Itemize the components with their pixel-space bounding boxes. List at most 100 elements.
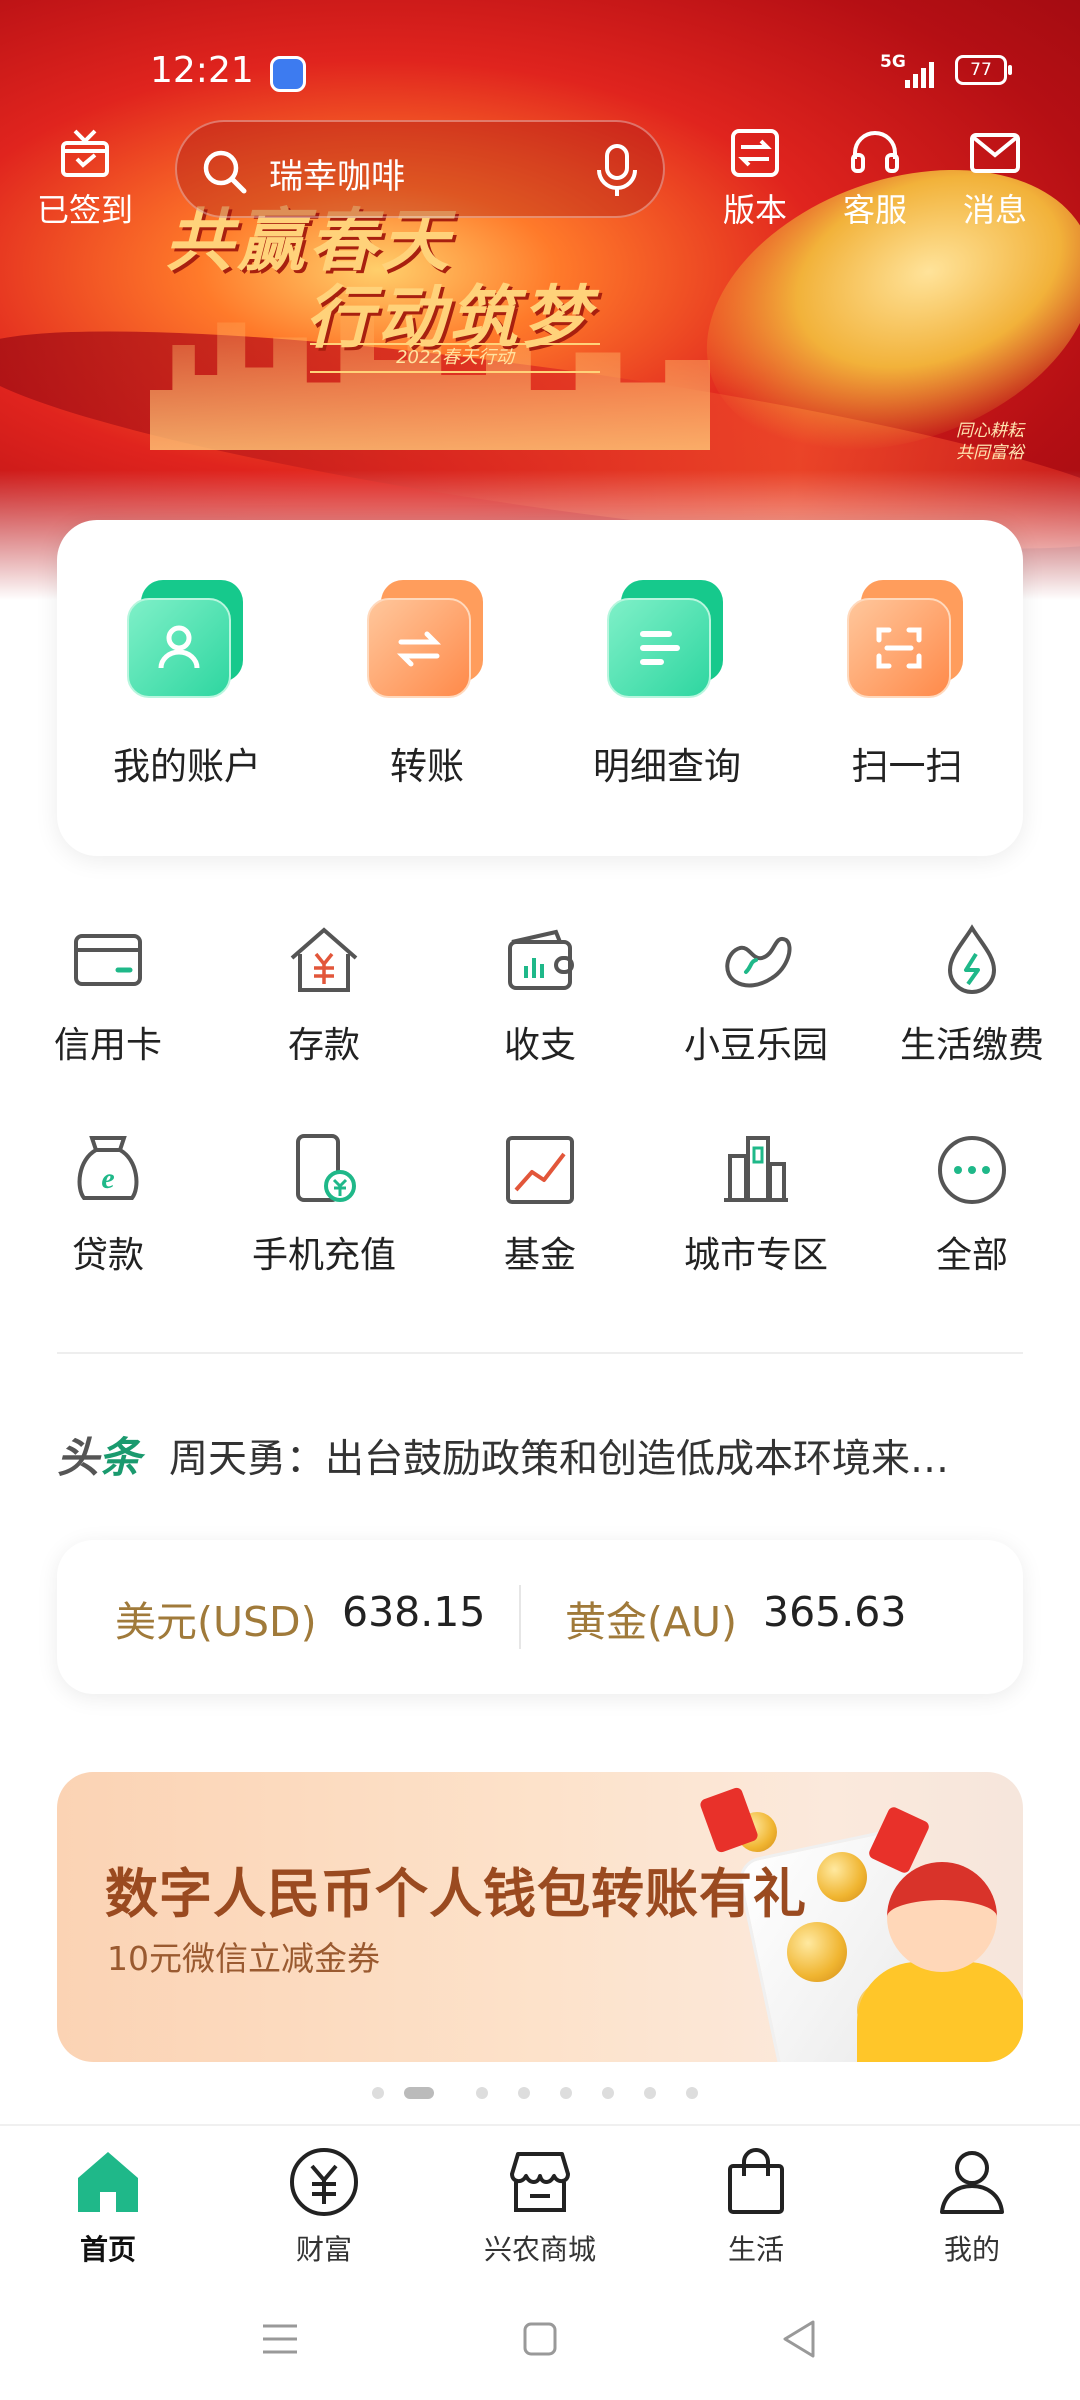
service-city-zone[interactable]: 城市专区 (648, 1130, 864, 1278)
status-bar: 12:21 5G 77 (0, 40, 1080, 100)
tab-life[interactable]: 生活 (648, 2144, 864, 2268)
bottom-tab-bar: 首页 财富 兴农商城 生活 我的 (0, 2124, 1080, 2284)
quick-details[interactable]: 明细查询 (547, 580, 787, 790)
loan-bag-icon: e (77, 1136, 139, 1200)
messages-button[interactable]: 消息 (940, 125, 1050, 231)
user-icon (940, 2151, 1004, 2214)
customer-service-label: 客服 (842, 191, 907, 229)
deposit-icon (290, 927, 358, 992)
carousel-dot (644, 2087, 656, 2099)
banner-signature: 同心耕耘 共同富裕 (956, 421, 1024, 463)
news-headline[interactable]: 周天勇：出台鼓励政策和创造低成本环境来… (169, 1428, 1069, 1484)
city-building-icon (724, 1136, 788, 1202)
service-all[interactable]: 全部 (864, 1130, 1080, 1278)
scan-icon (847, 580, 967, 700)
usd-value: 638.15 (342, 1588, 486, 1636)
service-bean-park[interactable]: 小豆乐园 (648, 920, 864, 1068)
carousel-dot (518, 2087, 530, 2099)
service-loan[interactable]: e 贷款 (0, 1130, 216, 1278)
service-income-expense[interactable]: 收支 (432, 920, 648, 1068)
service-label: 小豆乐园 (683, 1025, 828, 1066)
service-label: 基金 (503, 1235, 576, 1276)
tab-label: 财富 (295, 2233, 352, 2266)
network-label: 5G (880, 52, 906, 72)
tab-wealth[interactable]: 财富 (216, 2144, 432, 2268)
carousel-dot (476, 2087, 488, 2099)
battery-icon: 77 (955, 55, 1012, 85)
more-icon (938, 1136, 1006, 1204)
account-icon (127, 580, 247, 700)
service-fund[interactable]: 基金 (432, 1130, 648, 1278)
details-icon (607, 580, 727, 700)
signal-icon (905, 60, 934, 88)
service-credit-card[interactable]: 信用卡 (0, 920, 216, 1068)
tab-label: 生活 (727, 2233, 784, 2266)
carousel-dot-active (404, 2087, 434, 2099)
search-icon (203, 150, 247, 194)
rates-card[interactable]: 美元(USD) 638.15 黄金(AU) 365.63 (57, 1540, 1023, 1694)
version-button[interactable]: 版本 (700, 125, 810, 231)
promo-title: 数字人民币个人钱包转账有礼 (105, 1864, 807, 1925)
svg-text:e: e (101, 1162, 114, 1195)
back-icon[interactable] (775, 2314, 825, 2364)
banner-subtitle: 2022春天行动 (310, 343, 600, 373)
rates-separator (519, 1585, 521, 1649)
search-input[interactable]: 瑞幸咖啡 (175, 120, 665, 218)
store-icon (510, 2152, 570, 2212)
customer-service-button[interactable]: 客服 (820, 125, 930, 231)
menu-icon[interactable] (255, 2314, 305, 2364)
tab-label: 我的 (943, 2233, 1000, 2266)
carousel-dot (560, 2087, 572, 2099)
promo-subtitle: 10元微信立减金券 (107, 1939, 380, 1978)
usd-label: 美元(USD) (115, 1598, 317, 1646)
checkin-button[interactable]: 已签到 (30, 125, 140, 231)
phone-recharge-icon (296, 1134, 356, 1202)
gift-icon (61, 129, 109, 177)
promo-person-head (887, 1862, 997, 1972)
gold-label: 黄金(AU) (565, 1598, 738, 1646)
news-tag-part1: 头 (57, 1433, 100, 1482)
messages-label: 消息 (962, 191, 1027, 229)
quick-scan[interactable]: 扫一扫 (787, 580, 1027, 790)
service-label: 贷款 (71, 1235, 144, 1276)
service-label: 收支 (503, 1025, 576, 1066)
quick-label: 明细查询 (593, 745, 741, 788)
quick-my-account[interactable]: 我的账户 (67, 580, 307, 790)
fund-chart-icon (506, 1136, 574, 1204)
news-tag: 头条 (57, 1424, 141, 1485)
service-bill-pay[interactable]: 生活缴费 (864, 920, 1080, 1068)
news-ticker[interactable]: 头条 周天勇：出台鼓励政策和创造低成本环境来… (57, 1420, 1023, 1482)
service-label: 全部 (935, 1235, 1008, 1276)
version-switch-icon (731, 129, 779, 177)
tab-home[interactable]: 首页 (0, 2144, 216, 2268)
quick-label: 转账 (390, 745, 464, 788)
home-icon (78, 2152, 138, 2212)
service-deposit[interactable]: 存款 (216, 920, 432, 1068)
carousel-dot (602, 2087, 614, 2099)
microphone-icon[interactable] (587, 140, 647, 200)
status-time: 12:21 (150, 50, 254, 91)
home-nav-icon[interactable] (515, 2314, 565, 2364)
news-tag-part2: 条 (99, 1433, 142, 1482)
version-label: 版本 (722, 191, 787, 229)
service-phone-recharge[interactable]: 手机充值 (216, 1130, 432, 1278)
bean-icon (725, 936, 792, 988)
checkin-label: 已签到 (36, 191, 133, 229)
service-label: 城市专区 (683, 1235, 828, 1276)
shopping-bag-icon (728, 2148, 784, 2214)
mail-icon (970, 133, 1020, 173)
service-label: 手机充值 (251, 1235, 396, 1276)
wallet-icon (508, 929, 574, 990)
service-label: 存款 (287, 1025, 360, 1066)
tab-mine[interactable]: 我的 (864, 2144, 1080, 2268)
quick-label: 我的账户 (113, 745, 261, 788)
transfer-icon (367, 580, 487, 700)
tab-store[interactable]: 兴农商城 (432, 2144, 648, 2268)
bill-drop-icon (947, 924, 997, 994)
carousel-dot (686, 2087, 698, 2099)
quick-transfer[interactable]: 转账 (307, 580, 547, 790)
search-placeholder: 瑞幸咖啡 (269, 157, 405, 197)
system-nav-bar (0, 2284, 1080, 2400)
promo-banner[interactable]: 数字人民币个人钱包转账有礼 10元微信立减金券 (57, 1772, 1023, 2062)
service-label: 生活缴费 (899, 1025, 1044, 1066)
